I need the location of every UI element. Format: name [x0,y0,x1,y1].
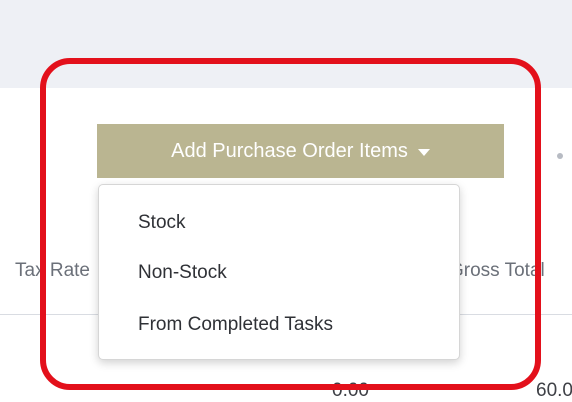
menu-item-stock[interactable]: Stock [138,212,186,234]
more-options-dot-icon[interactable] [557,153,563,159]
add-purchase-order-items-label: Add Purchase Order Items [171,139,408,162]
tax-rate-column-header: Tax Rate [15,260,90,281]
add-purchase-order-items-button[interactable]: Add Purchase Order Items [97,124,504,178]
tax-rate-cell: 0.00 [332,380,369,401]
caret-down-icon [417,148,430,156]
add-items-dropdown-menu: Stock Non-Stock From Completed Tasks [98,184,460,360]
header-band [0,0,572,88]
menu-item-from-completed-tasks[interactable]: From Completed Tasks [138,314,333,336]
menu-item-non-stock[interactable]: Non-Stock [138,262,227,284]
gross-total-column-header: Gross Total [449,260,545,281]
gross-total-cell: 60.00 [536,380,572,401]
